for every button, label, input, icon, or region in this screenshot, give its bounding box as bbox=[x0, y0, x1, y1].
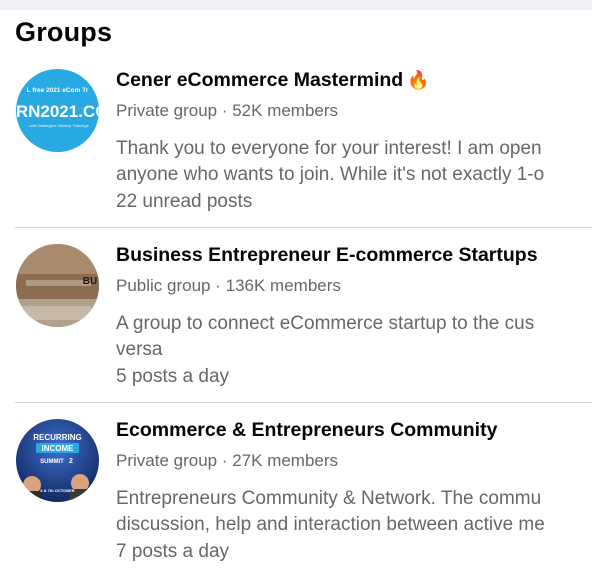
group-activity: 7 posts a day bbox=[116, 541, 230, 562]
group-name[interactable]: Ecommerce & Entrepreneurs Community bbox=[116, 416, 497, 444]
group-item[interactable]: L free 2021 eCom Tr ARN2021.CO ...with S… bbox=[0, 0, 592, 212]
avatar-text-line3: ...with Strategies: Weekly Trainings bbox=[26, 123, 88, 128]
group-avatar-image: L free 2021 eCom Tr ARN2021.CO ...with S… bbox=[16, 69, 99, 152]
group-name-text[interactable]: Business Entrepreneur E-commerce Startup… bbox=[116, 244, 538, 266]
group-meta: Private group · 52K members bbox=[116, 101, 339, 120]
group-avatar-image: RECURRING INCOME SUMMIT 2 6 & 7th OCTOBE… bbox=[16, 419, 99, 502]
group-item[interactable]: BU Business Entrepreneur E-commerce Star… bbox=[0, 175, 592, 387]
group-description-line: A group to connect eCommerce startup to … bbox=[116, 313, 535, 334]
group-description-line: discussion, help and interaction between… bbox=[116, 514, 545, 535]
group-name-text[interactable]: Ecommerce & Entrepreneurs Community bbox=[116, 419, 497, 441]
group-item[interactable]: RECURRING INCOME SUMMIT 2 6 & 7th OCTOBE… bbox=[0, 350, 592, 562]
fire-emoji: 🔥 bbox=[407, 70, 430, 90]
group-description-line: Thank you to everyone for your interest!… bbox=[116, 138, 542, 159]
group-avatar-image: BU bbox=[16, 244, 99, 327]
group-name-text[interactable]: Cener eCommerce Mastermind bbox=[116, 69, 403, 91]
avatar-text-line2: INCOME bbox=[42, 444, 75, 453]
avatar-text-line1: L free 2021 eCom Tr bbox=[27, 87, 89, 94]
group-name[interactable]: Business Entrepreneur E-commerce Startup… bbox=[116, 241, 538, 269]
group-description-line: Entrepreneurs Community & Network. The c… bbox=[116, 488, 542, 509]
group-meta: Public group · 136K members bbox=[116, 276, 341, 295]
group-avatar[interactable]: RECURRING INCOME SUMMIT 2 6 & 7th OCTOBE… bbox=[16, 419, 99, 502]
avatar-text-line1: RECURRING bbox=[33, 433, 81, 442]
avatar-text-line4: 2 bbox=[69, 458, 73, 465]
group-avatar[interactable]: L free 2021 eCom Tr ARN2021.CO ...with S… bbox=[16, 69, 99, 152]
avatar-text-line5: 6 & 7th OCTOBER bbox=[40, 488, 74, 493]
avatar-text-line2: ARN2021.CO bbox=[16, 102, 99, 121]
avatar-text-line3: SUMMIT bbox=[40, 459, 64, 465]
group-avatar[interactable]: BU bbox=[16, 244, 99, 327]
group-description: Entrepreneurs Community & Network. The c… bbox=[116, 486, 592, 538]
group-name[interactable]: Cener eCommerce Mastermind 🔥 bbox=[116, 66, 430, 94]
avatar-text-line1: BU bbox=[83, 276, 97, 287]
group-meta: Private group · 27K members bbox=[116, 451, 339, 470]
